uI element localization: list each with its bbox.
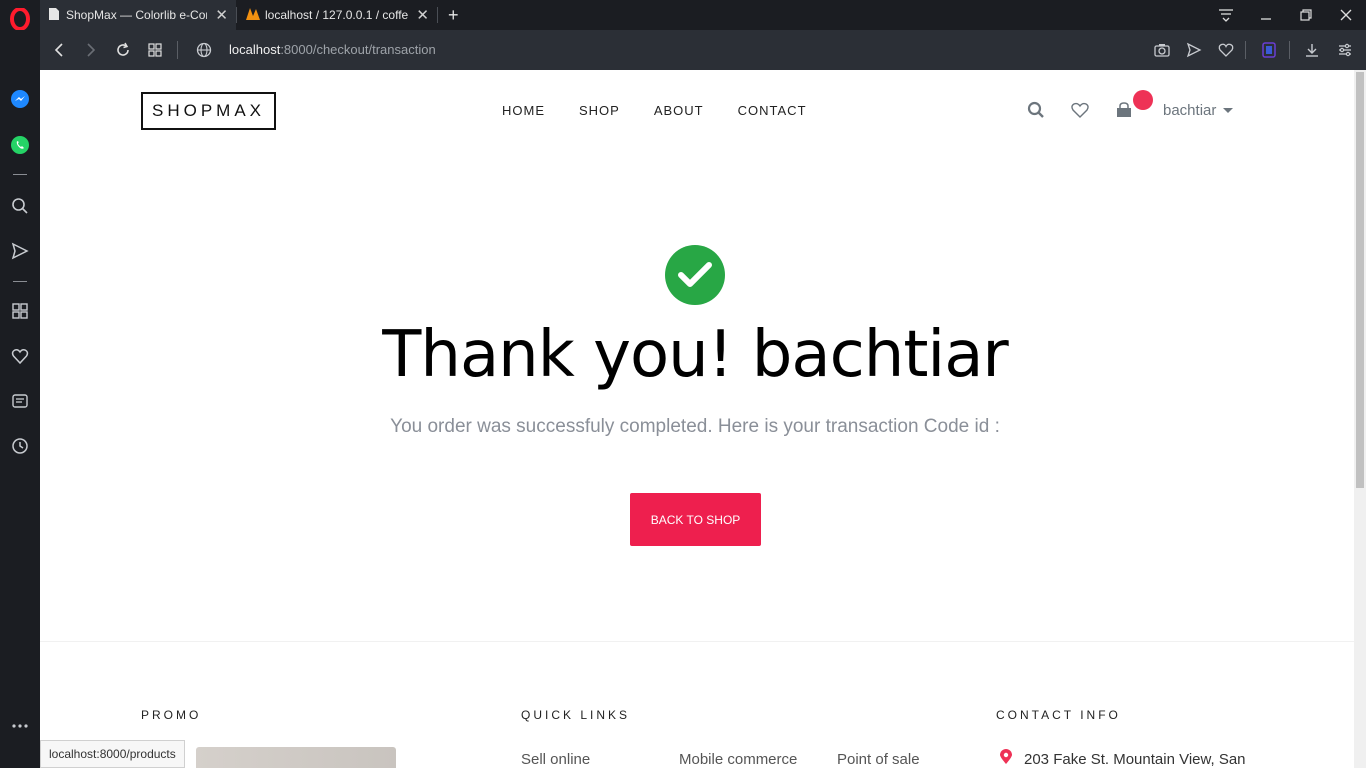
globe-icon[interactable] [193,39,215,61]
close-icon[interactable]: ✕ [416,6,429,24]
quick-link-sell-online[interactable]: Sell online [521,751,590,768]
sidebar-divider [13,174,27,175]
user-name: bachtiar [1163,102,1217,119]
heart-icon[interactable] [9,345,31,367]
nav-shop[interactable]: SHOP [579,103,620,118]
address-divider [177,41,178,59]
close-icon[interactable]: ✕ [215,6,228,24]
restore-icon[interactable] [1286,0,1326,30]
history-icon[interactable] [9,435,31,457]
success-check-icon [665,245,725,305]
address-text: 203 Fake St. Mountain View, San [1024,750,1246,768]
snapshot-icon[interactable] [1151,39,1173,61]
phpmyadmin-icon [245,7,261,24]
send-page-icon[interactable] [1183,39,1205,61]
map-pin-icon [1000,749,1012,768]
quick-link-point-of-sale[interactable]: Point of sale [837,751,920,768]
order-message: You order was successfuly completed. Her… [390,416,1000,437]
footer-quick-links-heading: QUICK LINKS [521,708,631,722]
tab-phpmyadmin[interactable]: localhost / 127.0.0.1 / coffe ✕ [237,0,437,30]
more-icon[interactable] [9,715,31,737]
shopping-bag-icon[interactable] [1114,100,1134,120]
opera-logo-icon[interactable] [9,7,31,31]
url-host: localhost [229,42,281,57]
send-icon[interactable] [9,240,31,262]
url-path: :8000/checkout/transaction [280,42,436,57]
search-icon[interactable] [1026,100,1046,120]
user-dropdown[interactable]: bachtiar [1163,102,1234,119]
sidebar-divider [13,281,27,282]
nav-contact[interactable]: CONTACT [738,103,807,118]
url-field[interactable]: localhost:8000/checkout/transaction [229,42,436,57]
status-url-tooltip: localhost:8000/products [40,740,185,768]
tab-title: localhost / 127.0.0.1 / coffe [265,8,409,22]
tab-shopmax[interactable]: ShopMax — Colorlib e-Cor ✕ [40,0,236,30]
page-icon [48,7,60,24]
tiles-icon[interactable] [144,39,166,61]
download-icon[interactable] [1301,39,1323,61]
footer-promo-heading: PROMO [141,708,202,722]
tab-menu-icon[interactable] [1206,0,1246,30]
caret-down-icon [1223,108,1234,113]
cart-badge [1133,90,1153,110]
browser-sidebar [0,0,40,768]
easy-setup-icon[interactable] [1334,39,1356,61]
address-divider [1289,41,1290,59]
news-icon[interactable] [9,390,31,412]
whatsapp-icon[interactable] [9,134,31,156]
forward-icon[interactable] [80,39,102,61]
search-icon[interactable] [9,195,31,217]
main-nav: HOME SHOP ABOUT CONTACT [502,103,841,118]
contact-address: 203 Fake St. Mountain View, San [1000,749,1246,768]
minimize-icon[interactable] [1246,0,1286,30]
wishlist-heart-icon[interactable] [1070,100,1090,120]
tab-separator [437,7,438,23]
bookmark-heart-icon[interactable] [1215,39,1237,61]
page-scrollbar[interactable] [1354,70,1366,768]
page-viewport: SHOPMAX HOME SHOP ABOUT CONTACT bachtiar… [40,70,1354,768]
speed-dial-icon[interactable] [9,300,31,322]
address-bar: localhost:8000/checkout/transaction [40,30,1366,70]
reload-icon[interactable] [112,39,134,61]
messenger-icon[interactable] [9,88,31,110]
tab-title: ShopMax — Colorlib e-Cor [66,8,208,22]
new-tab-button[interactable]: + [440,0,464,30]
tab-strip: ShopMax — Colorlib e-Cor ✕ localhost / 1… [40,0,1366,30]
footer-contact-heading: CONTACT INFO [996,708,1121,722]
nav-about[interactable]: ABOUT [654,103,704,118]
quick-link-mobile-commerce[interactable]: Mobile commerce [679,751,797,768]
back-icon[interactable] [48,39,70,61]
scrollbar-thumb[interactable] [1356,72,1364,488]
site-logo[interactable]: SHOPMAX [141,92,276,130]
address-divider [1245,41,1246,59]
thank-you-title: Thank you! bachtiar [382,318,1008,392]
back-to-shop-button[interactable]: BACK TO SHOP [630,493,761,546]
nav-home[interactable]: HOME [502,103,545,118]
extension-icon[interactable] [1258,39,1280,61]
window-close-icon[interactable] [1326,0,1366,30]
promo-image[interactable] [196,747,396,768]
footer-divider [40,641,1354,642]
